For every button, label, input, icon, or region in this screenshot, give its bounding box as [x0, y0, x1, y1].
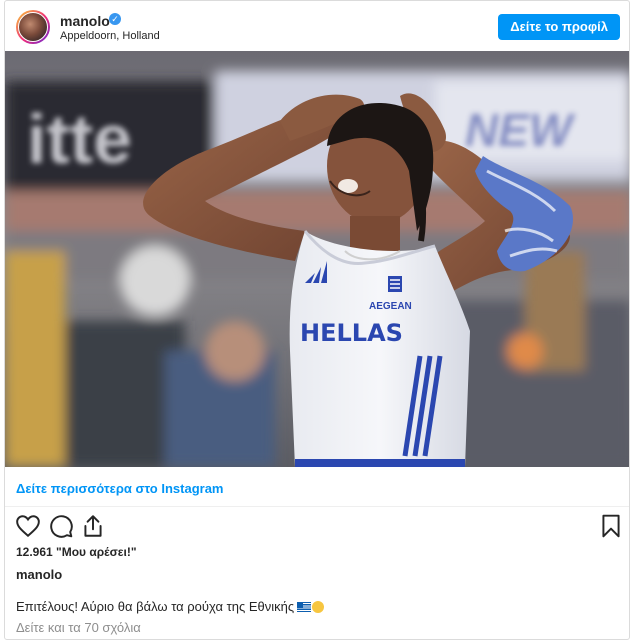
sponsor-text: AEGEAN [369, 301, 412, 312]
post-photo[interactable]: itte NEW AEGEAN HELLAS [5, 51, 629, 467]
username[interactable]: manolo [60, 13, 110, 29]
caption-author[interactable]: manolo [16, 567, 62, 582]
bookmark-icon[interactable] [598, 513, 624, 539]
see-more-link[interactable]: Δείτε περισσότερα στο Instagram [16, 481, 224, 496]
location[interactable]: Appeldoorn, Holland [60, 30, 160, 42]
banner-left-text: itte [27, 100, 132, 178]
caption-text: Επιτέλους! Αύριο θα βάλω τα ρούχα της Εθ… [16, 599, 295, 614]
likes-count[interactable]: 12.961 "Μου αρέσει!" [16, 545, 137, 559]
see-more-bar: Δείτε περισσότερα στο Instagram [5, 467, 629, 507]
action-bar [5, 509, 629, 545]
smiling-face-icon [312, 601, 325, 613]
banner-right-text: NEW [465, 104, 576, 156]
caption: Επιτέλους! Αύριο θα βάλω τα ρούχα της Εθ… [16, 599, 325, 614]
greek-flag-icon [297, 602, 312, 612]
view-profile-button[interactable]: Δείτε το προφίλ [498, 14, 620, 40]
post-header: manolo ✓ Appeldoorn, Holland Δείτε το πρ… [5, 1, 629, 51]
avatar[interactable] [16, 10, 50, 44]
jersey-text: HELLAS [300, 319, 403, 347]
heart-icon[interactable] [15, 513, 41, 539]
share-icon[interactable] [80, 513, 106, 539]
instagram-embed-card: manolo ✓ Appeldoorn, Holland Δείτε το πρ… [4, 0, 630, 640]
verified-badge-icon: ✓ [109, 13, 121, 25]
avatar-image [18, 12, 48, 42]
comment-icon[interactable] [48, 513, 74, 539]
athlete-photo: itte NEW AEGEAN HELLAS [5, 51, 629, 467]
